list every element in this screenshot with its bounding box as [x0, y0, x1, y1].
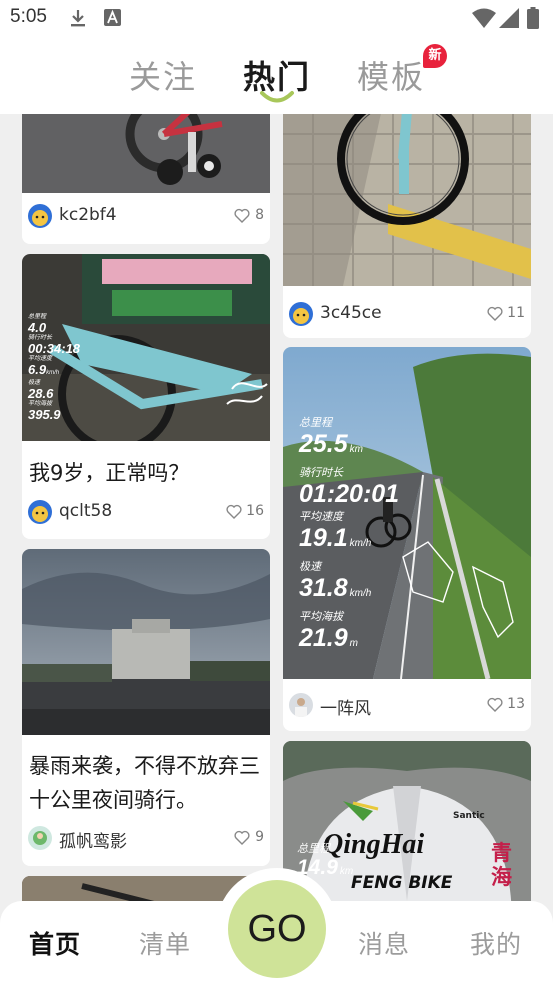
post-meta: 3c45ce 11 — [289, 302, 525, 328]
post-title-line1: 暴雨来袭，不得不放弃三 — [29, 754, 260, 778]
stat-value: 19.1 — [299, 524, 348, 552]
stat-value: 01:20:01 — [299, 480, 400, 508]
post-meta: qclt58 16 — [28, 500, 264, 526]
post-photo: 总里程 25.5 km 骑行时长 01:20:01 平均速度 19.1 km/h 极… — [283, 347, 531, 679]
jersey-text-cn: 青海 — [491, 841, 512, 889]
stat-unit: km — [349, 444, 364, 455]
avatar[interactable] — [289, 693, 313, 717]
ride-stats-overlay: 总里程 4.0 骑行时长 00:34:18 平均速度 6.9km/h 极速 28… — [28, 314, 80, 422]
stat-value: 00:34:18 — [28, 341, 81, 356]
heart-icon[interactable] — [487, 697, 503, 712]
like-count: 8 — [255, 207, 264, 223]
post-meta: 孤帆鸾影 9 — [28, 826, 264, 852]
stat-label: 总里程 — [299, 417, 332, 429]
tab-follow[interactable]: 关注 — [129, 52, 197, 98]
author-name[interactable]: 一阵风 — [320, 694, 371, 719]
author-name[interactable]: kc2bf4 — [59, 205, 117, 225]
author-name[interactable]: 孤帆鸾影 — [59, 827, 127, 852]
like-count: 16 — [246, 503, 264, 519]
avatar[interactable] — [28, 500, 52, 524]
ride-stats-overlay: 总里程 25.5 km 骑行时长 01:20:01 平均速度 19.1 km/h 极… — [299, 417, 399, 658]
wifi-icon — [472, 8, 496, 28]
heart-icon[interactable] — [487, 306, 503, 321]
post-card[interactable]: 总里程 4.0 骑行时长 00:34:18 平均速度 6.9km/h 极速 28… — [22, 254, 270, 539]
post-photo: 总里程 4.0 骑行时长 00:34:18 平均速度 6.9km/h 极速 28… — [22, 254, 270, 441]
signal-icon — [499, 8, 519, 28]
nav-list[interactable]: 清单 — [139, 925, 191, 961]
keyboard-a-icon — [104, 9, 121, 26]
post-meta: 一阵风 13 — [289, 693, 525, 719]
stat-label: 平均海拔 — [299, 611, 343, 623]
stat-value: 28.6 — [28, 386, 54, 401]
avatar[interactable] — [289, 302, 313, 326]
heart-icon[interactable] — [234, 208, 250, 223]
like-count: 11 — [507, 305, 525, 321]
stat-label: 骑行时长 — [299, 467, 343, 479]
post-photo — [22, 114, 270, 193]
stat-value: 6.9 — [28, 362, 47, 377]
active-tab-underline — [260, 91, 294, 103]
avatar[interactable] — [28, 204, 52, 228]
stat-value: 25.5 — [299, 430, 348, 458]
post-photo — [22, 549, 270, 735]
stat-label: 平均速度 — [299, 511, 343, 523]
feed-tabs: 关注 热门 模板 新 — [0, 38, 553, 114]
nav-mine[interactable]: 我的 — [470, 925, 522, 961]
post-meta: kc2bf4 8 — [28, 204, 264, 230]
battery-icon — [527, 7, 539, 29]
stat-value: 21.9 — [299, 624, 348, 652]
stat-value: 31.8 — [299, 574, 348, 602]
stat-unit: km/h — [46, 370, 60, 376]
author-name[interactable]: 3c45ce — [320, 303, 382, 323]
stat-unit: km — [339, 866, 354, 877]
status-time: 5:05 — [10, 6, 47, 27]
nav-home[interactable]: 首页 — [29, 925, 81, 961]
post-photo — [283, 114, 531, 286]
stat-value: 395.9 — [28, 407, 61, 422]
go-button[interactable]: GO — [228, 880, 326, 978]
post-card[interactable]: 总里程 25.5 km 骑行时长 01:20:01 平均速度 19.1 km/h 极… — [283, 347, 531, 731]
like-count: 13 — [507, 696, 525, 712]
download-icon — [71, 10, 85, 27]
tab-template[interactable]: 模板 — [357, 52, 425, 98]
avatar[interactable] — [28, 826, 52, 850]
like-count: 9 — [255, 829, 264, 845]
stat-label: 极速 — [299, 561, 321, 573]
stat-unit: m — [349, 638, 359, 649]
stat-unit: km/h — [349, 538, 372, 549]
heart-icon[interactable] — [234, 830, 250, 845]
stat-value: 4.0 — [28, 320, 47, 335]
post-title-line2: 十公里夜间骑行。 — [29, 788, 197, 812]
status-bar: 5:05 — [0, 0, 553, 38]
heart-icon[interactable] — [226, 504, 242, 519]
jersey-text-line2: FENG BIKE — [351, 873, 453, 893]
post-card[interactable]: 暴雨来袭，不得不放弃三 十公里夜间骑行。 孤帆鸾影 9 — [22, 549, 270, 866]
stat-unit: km/h — [349, 588, 372, 599]
post-card[interactable]: kc2bf4 8 — [22, 114, 270, 244]
stat-label: 总里程 — [297, 843, 330, 855]
post-title: 我9岁，正常吗？ — [29, 461, 190, 485]
nav-messages[interactable]: 消息 — [358, 925, 410, 961]
post-card[interactable]: 3c45ce 11 — [283, 114, 531, 338]
author-name[interactable]: qclt58 — [59, 501, 112, 521]
jersey-brand: Santic — [453, 811, 485, 821]
post-feed: kc2bf4 8 总里程 4.0 骑行时长 00:34:18 平均速度 6.9k… — [0, 114, 553, 984]
new-badge: 新 — [423, 44, 447, 68]
